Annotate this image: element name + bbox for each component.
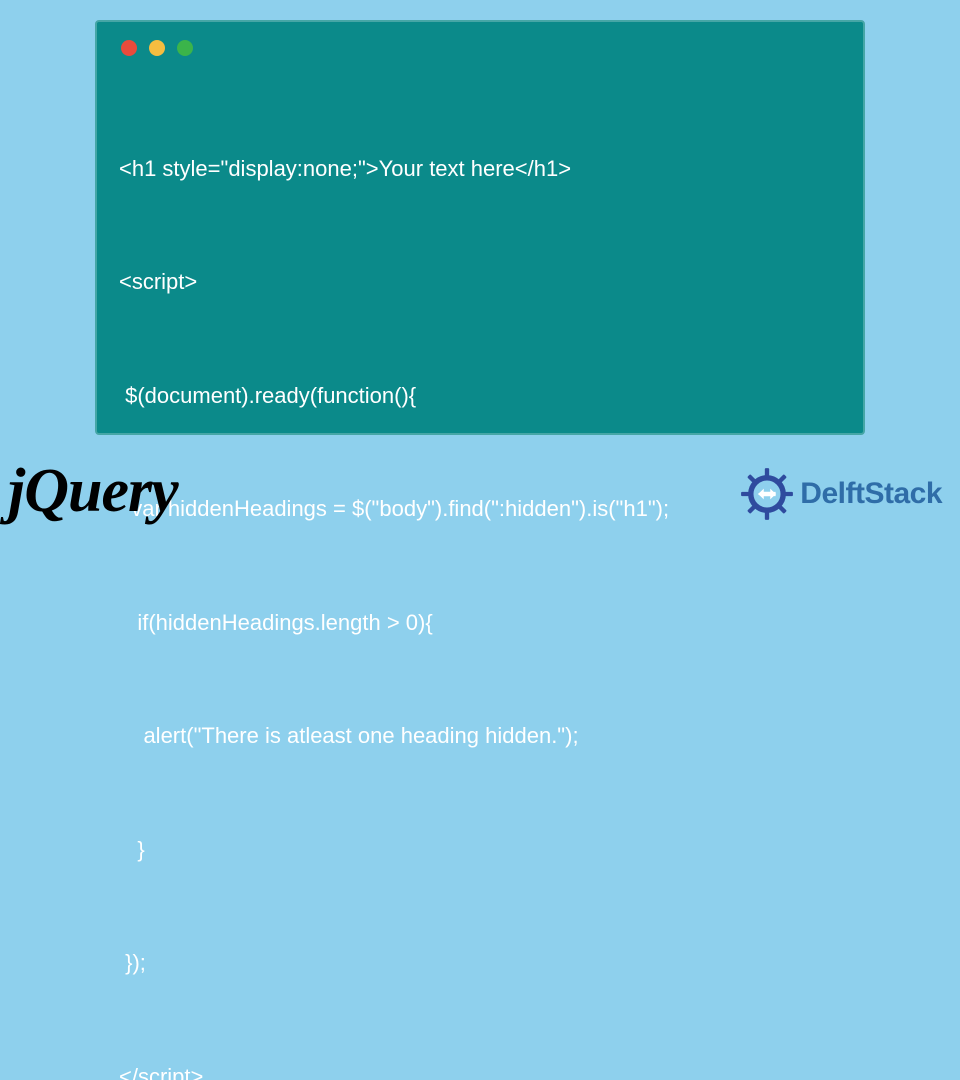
delftstack-label: DelftStack <box>800 477 942 511</box>
delftstack-gear-icon <box>740 467 794 521</box>
traffic-lights <box>119 40 841 56</box>
code-line: <script> <box>119 263 841 301</box>
code-block: <h1 style="display:none;">Your text here… <box>119 74 841 1080</box>
code-line: </script> <box>119 1058 841 1080</box>
jquery-logo: jQuery <box>8 460 178 528</box>
maximize-icon <box>177 40 193 56</box>
code-line: }); <box>119 944 841 982</box>
code-line: if(hiddenHeadings.length > 0){ <box>119 604 841 642</box>
code-line: alert("There is atleast one heading hidd… <box>119 717 841 755</box>
minimize-icon <box>149 40 165 56</box>
code-line: $(document).ready(function(){ <box>119 377 841 415</box>
delftstack-logo: DelftStack <box>740 467 942 521</box>
close-icon <box>121 40 137 56</box>
code-line: } <box>119 831 841 869</box>
footer: jQuery <box>0 450 960 540</box>
code-window: <h1 style="display:none;">Your text here… <box>95 20 865 435</box>
code-line: <h1 style="display:none;">Your text here… <box>119 150 841 188</box>
